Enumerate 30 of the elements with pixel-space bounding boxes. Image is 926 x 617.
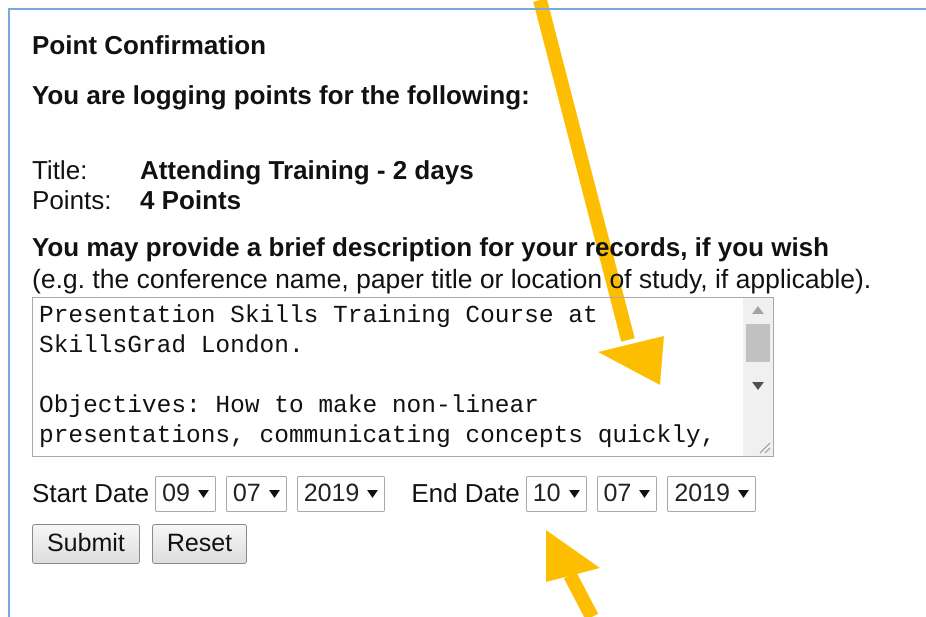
heading: Point Confirmation: [32, 29, 266, 61]
description-text: Presentation Skills Training Course at SkillsGrad London.: [39, 302, 599, 362]
scrollbar[interactable]: [743, 298, 773, 456]
field-label: Title:: [32, 155, 88, 185]
resize-grip-icon[interactable]: [757, 440, 771, 454]
caret-icon: [738, 488, 749, 498]
caret-icon: [568, 488, 580, 498]
caret-icon: [639, 488, 650, 498]
form-button[interactable]: Submit: [32, 524, 140, 564]
caret-icon: [367, 488, 378, 498]
date-label: Start Date: [32, 477, 150, 510]
dropdown[interactable]: 10: [526, 476, 587, 512]
field-label: Points:: [32, 185, 112, 215]
dropdown[interactable]: 2019: [667, 476, 756, 512]
form-button[interactable]: Reset: [152, 524, 248, 564]
dropdown[interactable]: 2019: [296, 476, 386, 512]
scroll-thumb[interactable]: [746, 324, 770, 362]
description-field[interactable]: Presentation Skills Training Course at SkillsGrad London. Objectives: How to make non-linear presentations, communicating concepts quickly,: [32, 297, 774, 457]
description-text: Objectives: How to make non-linear presentations, communicating concepts quickly,: [39, 392, 716, 452]
caret-icon: [268, 488, 280, 498]
caret-icon: [198, 488, 209, 498]
dropdown[interactable]: 07: [226, 476, 287, 512]
dropdown[interactable]: 09: [155, 476, 216, 512]
dropdown[interactable]: 07: [596, 476, 658, 512]
intro-text: You are logging points for the following:: [32, 79, 530, 111]
field-value: 4 Points: [140, 185, 242, 215]
scroll-up-icon[interactable]: [752, 306, 764, 314]
date-label: End Date: [411, 477, 520, 510]
scroll-down-icon[interactable]: [752, 382, 764, 390]
field-value: Attending Training - 2 days: [140, 155, 474, 185]
